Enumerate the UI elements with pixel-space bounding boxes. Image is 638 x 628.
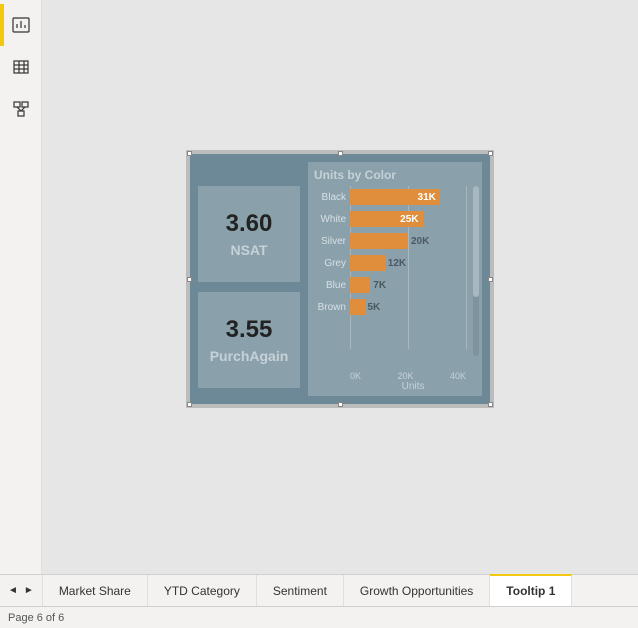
prev-page-arrow[interactable]: ◄ (8, 585, 18, 596)
view-rail (0, 0, 42, 574)
page-tab[interactable]: Sentiment (257, 575, 344, 606)
page-tabs: ◄ ► Market ShareYTD CategorySentimentGro… (0, 574, 638, 606)
next-page-arrow[interactable]: ► (24, 585, 34, 596)
bar-row: Blue 7K (314, 274, 466, 296)
bar-row: Grey 12K (314, 252, 466, 274)
tab-nav: ◄ ► (0, 575, 43, 606)
page-indicator: Page 6 of 6 (8, 612, 64, 624)
model-view-button[interactable] (0, 88, 41, 130)
report-canvas[interactable]: 3.60 NSAT 3.55 PurchAgain Units by Color… (42, 0, 638, 574)
tooltip-page[interactable]: 3.60 NSAT 3.55 PurchAgain Units by Color… (186, 150, 494, 408)
bar-category-label: Silver (314, 236, 350, 247)
table-icon (11, 57, 31, 77)
bar-data-label: 5K (368, 302, 381, 313)
chart-title: Units by Color (314, 168, 476, 182)
bar-category-label: Blue (314, 280, 350, 291)
bar-row: Silver 20K (314, 230, 466, 252)
page-tab[interactable]: Market Share (43, 575, 148, 606)
page-tab[interactable]: YTD Category (148, 575, 257, 606)
report-view-button[interactable] (0, 4, 41, 46)
bar-data-label: 7K (373, 280, 386, 291)
bar-category-label: Brown (314, 302, 350, 313)
nsat-value: 3.60 (226, 210, 273, 238)
units-by-color-chart[interactable]: Units by Color Black 31K White 25K Silver 20K… (308, 162, 482, 396)
bar-data-label: 12K (388, 258, 406, 269)
bar-data-label: 20K (411, 236, 429, 247)
nsat-label: NSAT (230, 242, 267, 258)
data-view-button[interactable] (0, 46, 41, 88)
x-axis-label: Units (350, 381, 476, 392)
x-axis-ticks: 0K 20K 40K (350, 369, 466, 381)
page-tab[interactable]: Growth Opportunities (344, 575, 490, 606)
purchagain-value: 3.55 (226, 316, 273, 344)
bar-category-label: White (314, 214, 350, 225)
purchagain-label: PurchAgain (210, 348, 289, 364)
bar-row: Brown 5K (314, 296, 466, 318)
bar-data-label: 31K (418, 192, 440, 203)
bar-category-label: Black (314, 192, 350, 203)
bar-category-label: Grey (314, 258, 350, 269)
bar-row: Black 31K (314, 186, 466, 208)
chart-scrollbar[interactable] (473, 186, 479, 356)
bar-row: White 25K (314, 208, 466, 230)
bar-chart-icon (11, 15, 31, 35)
page-tab[interactable]: Tooltip 1 (490, 574, 572, 606)
status-bar: Page 6 of 6 (0, 606, 638, 628)
purchagain-card[interactable]: 3.55 PurchAgain (198, 292, 300, 388)
nsat-card[interactable]: 3.60 NSAT (198, 186, 300, 282)
model-icon (11, 99, 31, 119)
bar-data-label: 25K (400, 214, 422, 225)
